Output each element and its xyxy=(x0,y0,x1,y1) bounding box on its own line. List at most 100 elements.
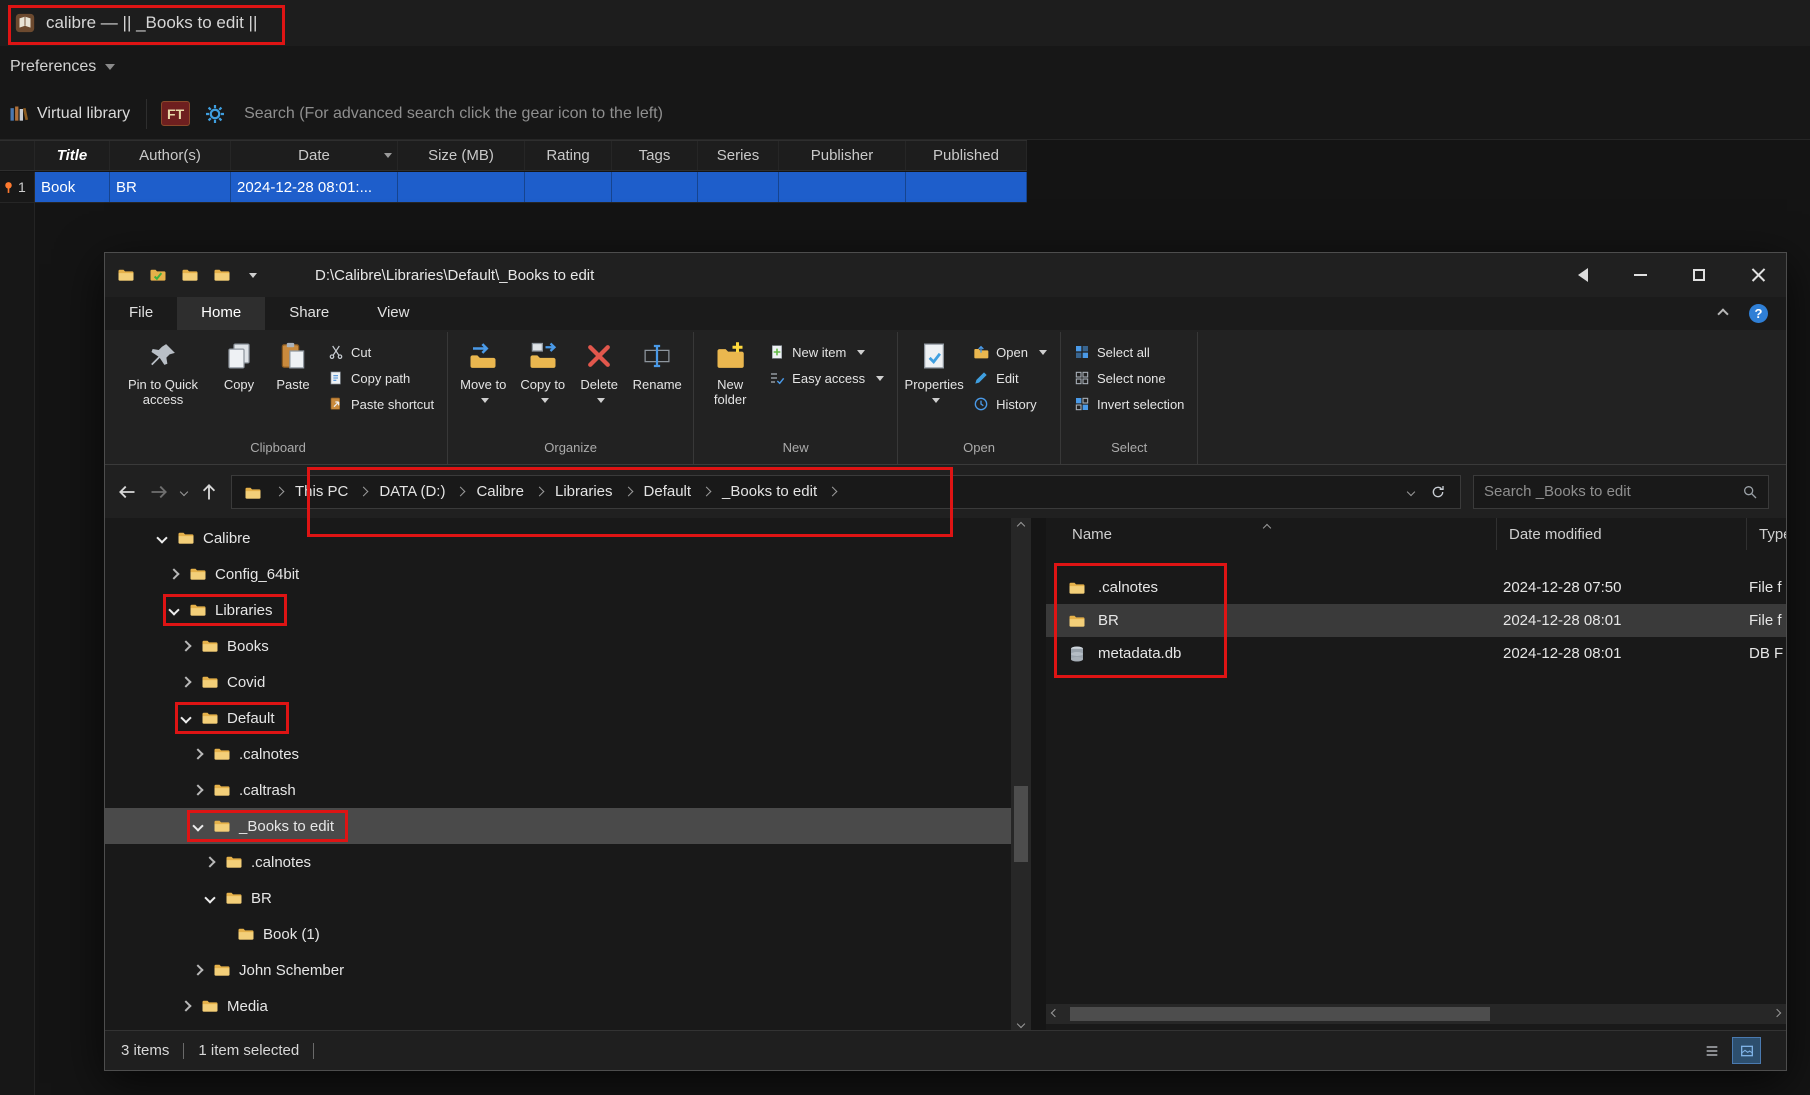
column-header-date-modified[interactable]: Date modified xyxy=(1497,518,1747,550)
maximize-button[interactable] xyxy=(1693,269,1705,281)
tree-expander-icon[interactable] xyxy=(179,1000,193,1012)
column-header-series[interactable]: Series xyxy=(698,141,779,170)
tree-expander-icon[interactable] xyxy=(203,856,217,868)
minimize-ribbon-chevron-icon[interactable] xyxy=(1717,307,1729,320)
book-cell-publisher[interactable] xyxy=(779,172,906,202)
preferences-menu-button[interactable]: Preferences xyxy=(0,46,1810,88)
tree-expander-icon[interactable] xyxy=(155,532,169,544)
column-header-author-s[interactable]: Author(s) xyxy=(110,141,231,170)
ribbon-button-invert-selection[interactable]: Invert selection xyxy=(1074,396,1184,412)
tree-expander-icon[interactable] xyxy=(179,640,193,652)
book-cell-date[interactable]: 2024-12-28 08:01:... xyxy=(231,172,398,202)
tab-home[interactable]: Home xyxy=(177,297,266,330)
column-header-date[interactable]: Date xyxy=(231,141,398,170)
ribbon-button-new-item[interactable]: New item xyxy=(769,344,884,360)
details-view-button[interactable] xyxy=(1698,1038,1725,1063)
book-cell-title[interactable]: Book xyxy=(35,172,110,202)
book-cell-tags[interactable] xyxy=(612,172,698,202)
pane-divider[interactable] xyxy=(1031,518,1046,1032)
tree-expander-icon[interactable] xyxy=(191,784,205,796)
tree-expander-icon[interactable] xyxy=(167,604,181,616)
tree-item-books[interactable]: Books xyxy=(105,628,1011,664)
ribbon-button-copy-to[interactable]: Copy to xyxy=(515,332,570,405)
ribbon-button-move-to[interactable]: Move to xyxy=(455,332,511,405)
ribbon-button-edit[interactable]: Edit xyxy=(973,370,1047,386)
book-list-selected-row[interactable]: 1 Book BR 2024-12-28 08:01:... xyxy=(0,172,1027,203)
ribbon-button-paste[interactable]: Paste xyxy=(268,332,318,394)
tree-expander-icon[interactable] xyxy=(203,892,217,904)
help-button[interactable] xyxy=(1749,304,1768,323)
tree-expander-icon[interactable] xyxy=(167,568,181,580)
column-header-type[interactable]: Type xyxy=(1747,518,1786,550)
ribbon-button-select-none[interactable]: Select none xyxy=(1074,370,1184,386)
tree-item-config-64bit[interactable]: Config_64bit xyxy=(105,556,1011,592)
explorer-search-box[interactable]: Search _Books to edit xyxy=(1473,474,1769,509)
column-header-publisher[interactable]: Publisher xyxy=(779,141,906,170)
files-horizontal-scrollbar[interactable] xyxy=(1046,1004,1786,1024)
book-cell-author-s[interactable]: BR xyxy=(110,172,231,202)
up-button[interactable] xyxy=(199,482,219,502)
tab-file[interactable]: File xyxy=(105,297,177,330)
tree-item-default[interactable]: Default xyxy=(105,700,1011,736)
forward-button[interactable] xyxy=(149,482,169,502)
ribbon-button-open[interactable]: Open xyxy=(973,344,1047,360)
column-header-rating[interactable]: Rating xyxy=(525,141,612,170)
scroll-right-icon[interactable] xyxy=(1772,1008,1782,1018)
breadcrumb-item-data-d[interactable]: DATA (D:) xyxy=(371,483,453,500)
search-gear-icon[interactable] xyxy=(204,103,226,125)
breadcrumb-item-libraries[interactable]: Libraries xyxy=(547,483,621,500)
ribbon-button-delete[interactable]: Delete xyxy=(574,332,624,405)
tree-item-calnotes[interactable]: .calnotes xyxy=(105,844,1011,880)
tree-item-books-to-edit[interactable]: _Books to edit xyxy=(105,808,1011,844)
tree-expander-icon[interactable] xyxy=(191,964,205,976)
ribbon-button-history[interactable]: History xyxy=(973,396,1047,412)
scroll-up-icon[interactable] xyxy=(1016,521,1026,531)
file-row-br[interactable]: BR 2024-12-28 08:01 File f xyxy=(1046,604,1786,637)
fulltext-search-badge[interactable]: FT xyxy=(161,101,191,126)
breadcrumb-item-calibre[interactable]: Calibre xyxy=(468,483,532,500)
files-scrollbar-thumb[interactable] xyxy=(1070,1007,1490,1021)
breadcrumb-item-default[interactable]: Default xyxy=(636,483,700,500)
close-button[interactable] xyxy=(1751,268,1766,283)
thumbnail-view-button[interactable] xyxy=(1732,1037,1761,1064)
search-input[interactable]: Search (For advanced search click the ge… xyxy=(238,105,1810,123)
column-header-published[interactable]: Published xyxy=(906,141,1027,170)
tree-item-covid[interactable]: Covid xyxy=(105,664,1011,700)
minimize-button[interactable] xyxy=(1634,274,1647,276)
tree-item-libraries[interactable]: Libraries xyxy=(105,592,1011,628)
scroll-left-icon[interactable] xyxy=(1050,1008,1060,1018)
address-dropdown-chevron-icon[interactable] xyxy=(1406,487,1416,496)
back-button[interactable] xyxy=(117,482,137,502)
tree-item-caltrash[interactable]: .caltrash xyxy=(105,772,1011,808)
refresh-icon[interactable] xyxy=(1430,484,1446,500)
tree-expander-icon[interactable] xyxy=(179,712,193,724)
column-header-name[interactable]: Name xyxy=(1046,518,1497,550)
book-cell-published[interactable] xyxy=(906,172,1027,202)
ribbon-button-easy-access[interactable]: Easy access xyxy=(769,370,885,386)
ribbon-button-new-folder[interactable]: New folder xyxy=(701,332,759,409)
tree-vertical-scrollbar[interactable] xyxy=(1011,518,1031,1032)
recent-locations-chevron-icon[interactable] xyxy=(179,487,189,496)
tree-expander-icon[interactable] xyxy=(179,676,193,688)
virtual-library-button[interactable]: Virtual library xyxy=(0,104,144,124)
tree-item-book-1[interactable]: Book (1) xyxy=(105,916,1011,952)
address-bar[interactable]: This PC DATA (D:) Calibre Libraries Default _… xyxy=(231,474,1461,509)
tree-expander-icon[interactable] xyxy=(191,748,205,760)
collapse-left-icon[interactable] xyxy=(1578,268,1588,282)
column-header-size-mb[interactable]: Size (MB) xyxy=(398,141,525,170)
book-cell-series[interactable] xyxy=(698,172,779,202)
qat-customize-chevron-icon[interactable] xyxy=(249,272,257,278)
tree-item-br[interactable]: BR xyxy=(105,880,1011,916)
tab-share[interactable]: Share xyxy=(265,297,353,330)
ribbon-button-copy[interactable]: Copy xyxy=(214,332,264,394)
column-header-tags[interactable]: Tags xyxy=(612,141,698,170)
book-cell-size-mb[interactable] xyxy=(398,172,525,202)
tree-scrollbar-thumb[interactable] xyxy=(1014,786,1028,862)
qat-new-folder-icon[interactable] xyxy=(213,266,231,284)
tree-item-media[interactable]: Media xyxy=(105,988,1011,1024)
ribbon-button-select-all[interactable]: Select all xyxy=(1074,344,1184,360)
qat-properties-folder-icon[interactable] xyxy=(149,266,167,284)
breadcrumb-item-this-pc[interactable]: This PC xyxy=(287,483,356,500)
qat-folder-icon[interactable] xyxy=(181,266,199,284)
column-header-title[interactable]: Title xyxy=(35,141,110,170)
